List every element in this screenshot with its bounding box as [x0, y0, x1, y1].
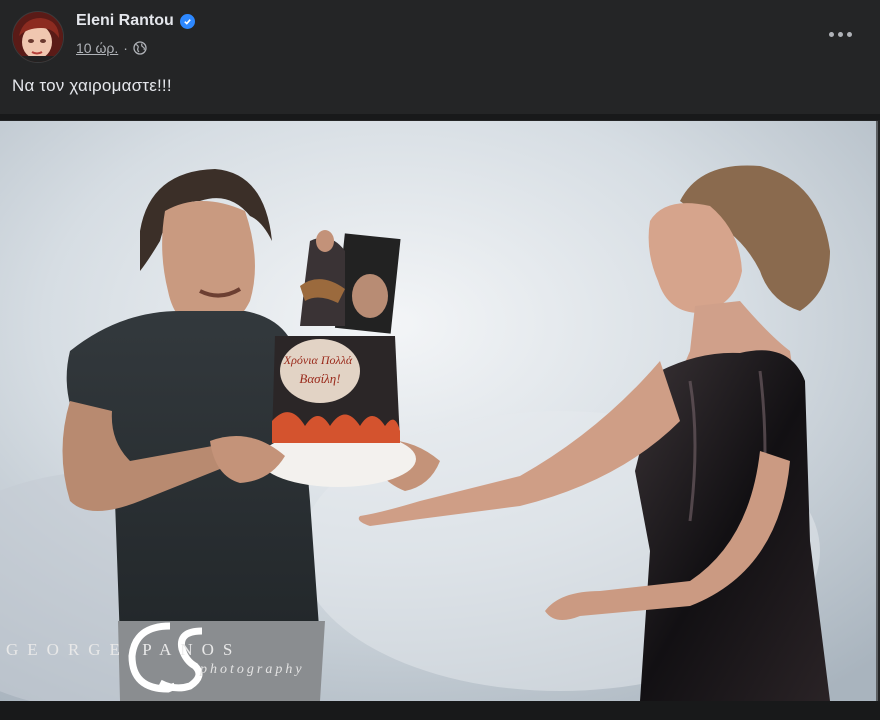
post-meta: 10 ώρ. · [76, 40, 147, 56]
more-options-icon[interactable] [822, 20, 858, 48]
author-name[interactable]: Eleni Rantou [76, 12, 174, 30]
more-dot [837, 31, 843, 37]
post-header: Eleni Rantou 10 ώρ. · [0, 0, 880, 70]
watermark-name: GEORGE PANOS [6, 640, 242, 659]
post-caption: Να τον χαιρομαστε!!! [12, 76, 172, 95]
more-dot [828, 31, 834, 37]
meta-separator: · [123, 40, 128, 56]
author-avatar[interactable] [12, 11, 64, 63]
post-timestamp[interactable]: 10 ώρ. [76, 40, 118, 56]
author-row: Eleni Rantou [76, 12, 195, 30]
post-photo[interactable]: Χρόνια Πολλά Βασίλη! [0, 121, 878, 701]
facebook-post: Eleni Rantou 10 ώρ. · Να τον χαιρομαστε!… [0, 0, 880, 720]
cake-inscription-1: Χρόνια Πολλά [283, 353, 353, 367]
caption-divider [0, 114, 880, 120]
watermark-subtitle: photography [200, 662, 305, 677]
more-dot [846, 31, 852, 37]
cake-inscription-2: Βασίλη! [299, 371, 340, 386]
globe-icon[interactable] [133, 41, 147, 55]
photo-bottom-edge [0, 701, 880, 720]
verified-badge-icon [179, 13, 195, 29]
